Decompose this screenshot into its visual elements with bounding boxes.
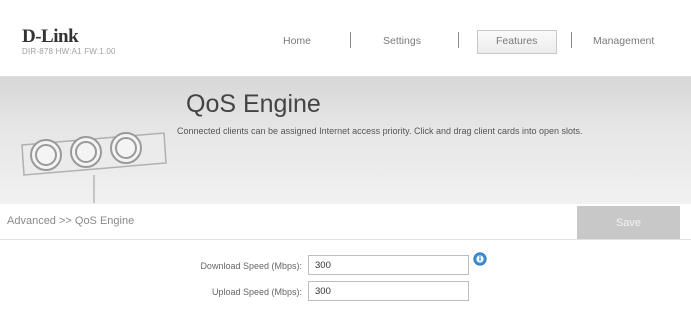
model-info: DIR-878 HW:A1 FW:1.00: [22, 47, 116, 56]
page-title: QoS Engine: [186, 90, 321, 118]
download-speed-label: Download Speed (Mbps):: [200, 261, 302, 271]
nav-home[interactable]: Home: [283, 35, 311, 47]
download-speed-input[interactable]: [308, 255, 469, 275]
nav-features[interactable]: Features: [496, 35, 537, 47]
save-button[interactable]: Save: [577, 206, 680, 239]
nav-management[interactable]: Management: [593, 35, 654, 47]
d-link-logo: D-Link: [22, 26, 79, 47]
upload-speed-input[interactable]: [308, 281, 469, 301]
nav-divider: [571, 32, 572, 48]
breadcrumb: Advanced >> QoS Engine: [7, 215, 135, 227]
nav-settings[interactable]: Settings: [383, 35, 421, 47]
upload-speed-label: Upload Speed (Mbps):: [211, 287, 302, 297]
page-description: Connected clients can be assigned Intern…: [177, 126, 583, 136]
top-header: D-Link DIR-878 HW:A1 FW:1.00 Home Settin…: [0, 0, 691, 76]
qos-knobs-illustration: [21, 132, 167, 203]
nav-divider: [350, 32, 351, 48]
page-banner: QoS Engine Connected clients can be assi…: [0, 76, 691, 204]
nav-divider: [458, 32, 459, 48]
info-icon[interactable]: [473, 252, 487, 266]
